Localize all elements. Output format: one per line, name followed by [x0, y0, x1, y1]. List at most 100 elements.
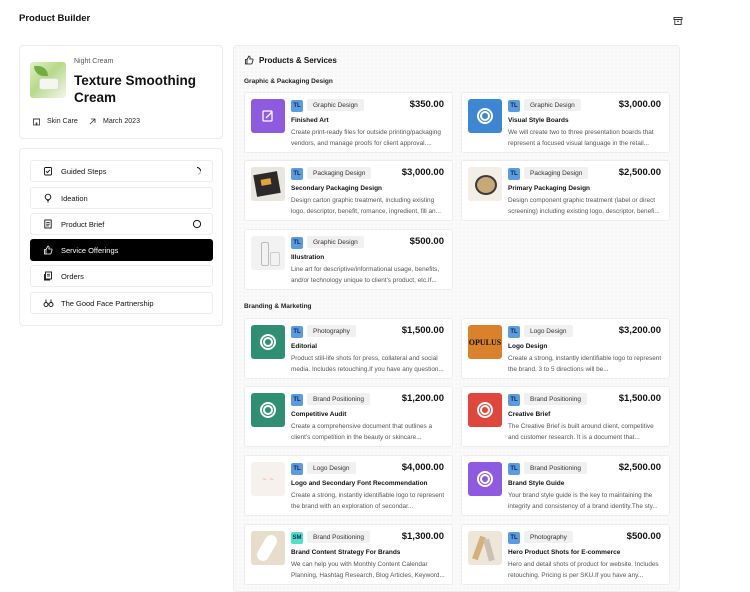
partnership-icon	[41, 296, 55, 310]
service-title: Visual Style Boards	[508, 117, 569, 124]
products-services-panel: Products & Services Graphic & Packaging …	[233, 45, 680, 592]
service-card[interactable]: TL Brand Positioning $1,200.00 Competiti…	[244, 386, 453, 447]
service-card[interactable]: TL Graphic Design $3,000.00 Visual Style…	[461, 92, 670, 153]
panel-header: Products & Services	[244, 55, 337, 65]
owner-badge: TL	[508, 168, 520, 180]
service-title: Primary Packaging Design	[508, 185, 591, 192]
step-label: Orders	[61, 271, 84, 281]
section-label-branding-marketing: Branding & Marketing	[244, 303, 312, 310]
thumbs-up-icon	[245, 55, 254, 65]
product-date-label: March 2023	[103, 117, 140, 125]
service-thumbnail	[468, 167, 502, 201]
service-card[interactable]: ~ ~ TL Logo Design $4,000.00 Logo and Se…	[244, 455, 453, 516]
service-thumbnail	[251, 167, 285, 201]
service-title: Creative Brief	[508, 411, 551, 418]
service-price: $1,200.00	[401, 393, 444, 404]
category-tag: Photography	[307, 325, 356, 337]
service-description: Hero and detail shots of product for web…	[508, 561, 659, 579]
category-tag: Graphic Design	[307, 236, 364, 248]
step-guided-steps[interactable]: Guided Steps	[30, 160, 213, 182]
service-price: $3,000.00	[401, 167, 444, 178]
category-tag: Packaging Design	[307, 167, 372, 179]
service-title: Brand Content Strategy For Brands	[291, 549, 401, 556]
document-icon	[41, 217, 55, 231]
service-card[interactable]: TL Brand Positioning $1,500.00 Creative …	[461, 386, 670, 447]
category-tag: Photography	[524, 531, 573, 543]
service-thumbnail	[251, 99, 285, 133]
lightbulb-icon	[41, 191, 55, 205]
service-thumbnail: ~ ~	[251, 462, 285, 496]
archive-icon[interactable]	[673, 13, 683, 25]
owner-badge: TL	[508, 100, 520, 112]
category-tag: Brand Positioning	[524, 462, 587, 474]
owner-badge: TL	[508, 532, 520, 544]
service-price: $500.00	[409, 236, 444, 247]
owner-badge: TL	[508, 394, 520, 406]
service-description: Line art for descriptive/informational u…	[291, 266, 440, 284]
service-card[interactable]: TL Packaging Design $3,000.00 Secondary …	[244, 160, 453, 221]
status-circle-icon	[192, 219, 202, 229]
step-label: The Good Face Partnership	[61, 298, 154, 308]
service-thumbnail	[468, 393, 502, 427]
step-good-face-partnership[interactable]: The Good Face Partnership	[30, 292, 213, 314]
service-description: Product still-life shots for press, coll…	[291, 355, 444, 373]
owner-badge: TL	[291, 168, 303, 180]
step-ideation[interactable]: Ideation	[30, 187, 213, 209]
service-card[interactable]: OPULUS TL Logo Design $3,200.00 Logo Des…	[461, 318, 670, 379]
service-card[interactable]: TL Packaging Design $2,500.00 Primary Pa…	[461, 160, 670, 221]
product-date: March 2023	[88, 116, 140, 126]
step-orders[interactable]: Orders	[30, 265, 213, 287]
owner-badge: TL	[291, 326, 303, 338]
category-tag: Logo Design	[307, 462, 356, 474]
service-price: $1,300.00	[401, 531, 444, 542]
category-tag: Brand Positioning	[524, 393, 587, 405]
owner-badge: SM	[291, 532, 303, 544]
service-price: $1,500.00	[618, 393, 661, 404]
category-tag: Packaging Design	[524, 167, 589, 179]
service-description: Create a strong, instantly identifiable …	[508, 355, 662, 373]
panel-title: Products & Services	[259, 55, 337, 65]
section-label-graphic-packaging: Graphic & Packaging Design	[244, 78, 333, 85]
service-title: Editorial	[291, 343, 318, 350]
step-label: Guided Steps	[61, 166, 107, 176]
service-description: The Creative Brief is built around clien…	[508, 423, 654, 441]
service-price: $4,000.00	[401, 462, 444, 473]
service-card[interactable]: TL Graphic Design $500.00 Illustration L…	[244, 229, 453, 290]
service-title: Illustration	[291, 254, 325, 261]
service-price: $2,500.00	[618, 167, 661, 178]
product-summary-card: Night Cream Texture Smoothing Cream Skin…	[19, 45, 223, 139]
owner-badge: TL	[508, 326, 520, 338]
service-thumbnail	[468, 99, 502, 133]
steps-nav: Guided Steps Ideation Product Brief Serv…	[19, 148, 223, 326]
service-card[interactable]: TL Photography $1,500.00 Editorial Produ…	[244, 318, 453, 379]
service-price: $500.00	[626, 531, 661, 542]
service-card[interactable]: TL Photography $500.00 Hero Product Shot…	[461, 524, 670, 585]
service-card[interactable]: TL Graphic Design $350.00 Finished Art C…	[244, 92, 453, 153]
owner-badge: TL	[291, 237, 303, 249]
loading-icon	[192, 166, 202, 176]
service-card[interactable]: TL Brand Positioning $2,500.00 Brand Sty…	[461, 455, 670, 516]
orders-icon	[41, 269, 55, 283]
owner-badge: TL	[291, 394, 303, 406]
service-price: $3,200.00	[618, 325, 661, 336]
service-description: Your brand style guide is the key to mai…	[508, 492, 658, 510]
product-name: Texture Smoothing Cream	[74, 73, 197, 105]
building-icon	[33, 118, 40, 125]
app-title: Product Builder	[19, 13, 91, 24]
service-thumbnail	[468, 531, 502, 565]
service-thumbnail	[468, 462, 502, 496]
service-title: Logo Design	[508, 343, 548, 350]
service-thumbnail	[251, 236, 285, 270]
service-thumbnail	[251, 393, 285, 427]
product-category: Skin Care	[32, 116, 78, 126]
service-description: Create print-ready files for outside pri…	[291, 129, 441, 147]
step-service-offerings[interactable]: Service Offerings	[30, 239, 213, 261]
step-product-brief[interactable]: Product Brief	[30, 213, 213, 235]
category-tag: Graphic Design	[307, 99, 364, 111]
category-tag: Brand Positioning	[307, 531, 370, 543]
service-thumbnail: OPULUS	[468, 325, 502, 359]
step-label: Ideation	[61, 193, 88, 203]
service-title: Finished Art	[291, 117, 329, 124]
service-card[interactable]: SM Brand Positioning $1,300.00 Brand Con…	[244, 524, 453, 585]
service-description: Design carton graphic treatment, includi…	[291, 197, 441, 215]
